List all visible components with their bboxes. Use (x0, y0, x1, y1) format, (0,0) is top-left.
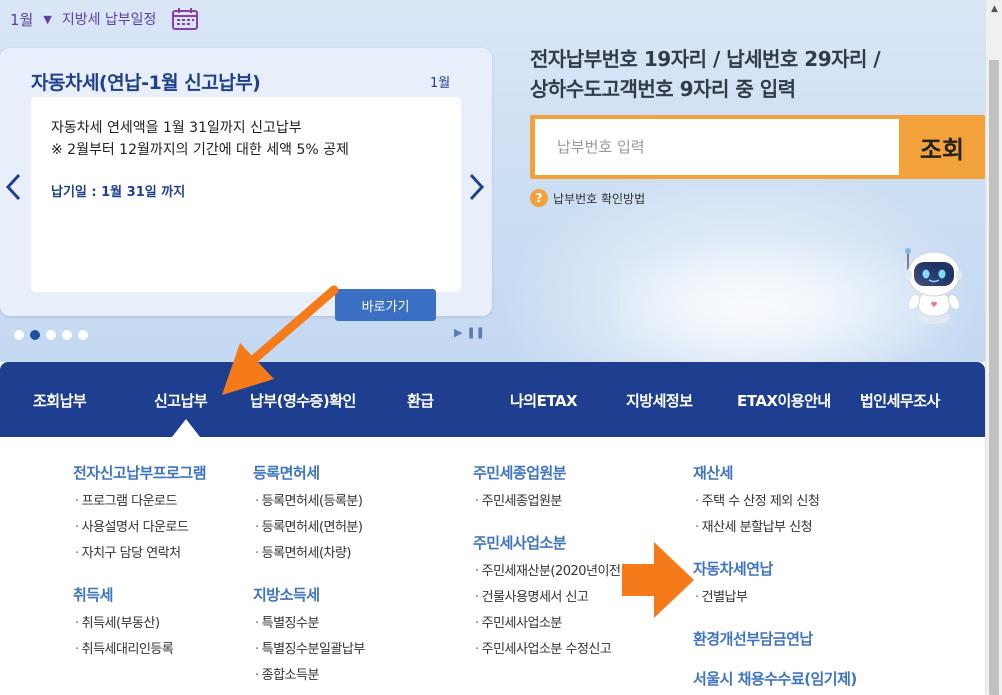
menu-item[interactable]: 재산세 분할납부 신청 (695, 516, 813, 535)
search-title: 전자납부번호 19자리 / 납세번호 29자리 / 상하수도고객번호 9자리 중… (530, 44, 881, 104)
search-box: 조회 (530, 115, 985, 179)
nav-item-refund[interactable]: 환급 (407, 390, 434, 411)
menu-item[interactable]: 프로그램 다운로드 (75, 490, 178, 509)
schedule-month[interactable]: 1월 (10, 9, 33, 30)
next-slide-icon[interactable] (468, 172, 486, 202)
chevron-down-icon[interactable]: ▼ (43, 13, 51, 26)
help-link[interactable]: ? 납부번호 확인방법 (530, 189, 645, 207)
scroll-up-icon[interactable]: ▲ (986, 0, 1002, 17)
search-button[interactable]: 조회 (902, 119, 982, 175)
page-scrollbar[interactable]: ▲ (985, 0, 1002, 695)
menu-title-acquisition-tax[interactable]: 취득세 (73, 584, 113, 605)
play-icon[interactable]: ▶ (454, 326, 462, 339)
question-icon: ? (530, 189, 548, 207)
slide-controls: ▶ ❚❚ (454, 326, 485, 339)
menu-item[interactable]: 등록면허세(차량) (255, 542, 352, 561)
pause-icon[interactable]: ❚❚ (466, 326, 484, 339)
main-navigation: 조회납부 신고납부 납부(영수증)확인 환급 나의ETAX 지방세정보 ETAX… (0, 362, 985, 437)
calendar-icon[interactable] (172, 8, 199, 30)
chatbot-robot-icon[interactable] (898, 246, 970, 326)
menu-item[interactable]: 주택 수 산정 제외 신청 (695, 490, 820, 509)
menu-title-local-income-tax[interactable]: 지방소득세 (253, 584, 320, 605)
menu-item[interactable]: 취득세(부동산) (75, 612, 160, 631)
menu-title-resident-business-tax[interactable]: 주민세사업소분 (473, 532, 567, 553)
nav-item-corporate-audit[interactable]: 법인세무조사 (860, 390, 940, 411)
schedule-label[interactable]: 지방세 납부일정 (62, 9, 157, 29)
hero-banner: 1월 ▼ 지방세 납부일정 자동차세(연납-1월 신고납부) 1월 자동차세 연… (0, 0, 985, 362)
menu-item[interactable]: 주민세사업소분 수정신고 (475, 638, 612, 657)
menu-item[interactable]: 종합소득분 (255, 664, 320, 683)
card-content: 자동차세 연세액을 1월 31일까지 신고납부 ※ 2월부터 12월까지의 기간… (31, 97, 461, 321)
menu-item[interactable]: 특별징수분일괄납부 (255, 638, 366, 657)
payment-number-input[interactable] (535, 119, 899, 175)
previous-slide-icon[interactable] (4, 172, 22, 202)
nav-item-report-pay[interactable]: 신고납부 (154, 390, 208, 411)
help-label[interactable]: 납부번호 확인방법 (553, 190, 645, 207)
menu-title-registration-tax[interactable]: 등록면허세 (253, 462, 320, 483)
slide-dot[interactable] (14, 330, 24, 340)
menu-item[interactable]: 등록면허세(면허분) (255, 516, 363, 535)
nav-item-local-tax-info[interactable]: 지방세정보 (626, 390, 693, 411)
menu-title-e-report-program[interactable]: 전자신고납부프로그램 (73, 462, 207, 483)
menu-title-property-tax[interactable]: 재산세 (693, 462, 733, 483)
card-month: 1월 (430, 76, 451, 91)
menu-item[interactable]: 취득세대리인등록 (75, 638, 174, 657)
slide-dot[interactable] (62, 330, 72, 340)
menu-title-recruitment-fee[interactable]: 서울시 채용수수료(임기제) (693, 668, 857, 689)
due-date: 납기일 : 1월 31일 까지 (51, 185, 186, 200)
dropdown-menu: 전자신고납부프로그램 프로그램 다운로드 사용설명서 다운로드 자치구 담당 연… (0, 437, 985, 695)
nav-item-my-etax[interactable]: 나의ETAX (510, 390, 578, 411)
slide-dot-active[interactable] (30, 330, 40, 340)
active-tab-caret (172, 419, 200, 437)
payment-schedule-selector[interactable]: 1월 ▼ 지방세 납부일정 (10, 8, 199, 30)
card-description-2: ※ 2월부터 12월까지의 기간에 대한 세액 5% 공제 (51, 142, 349, 158)
menu-item[interactable]: 주민세종업원분 (475, 490, 563, 509)
slide-dot[interactable] (78, 330, 88, 340)
nav-item-lookup-pay[interactable]: 조회납부 (33, 390, 87, 411)
card-description-1: 자동차세 연세액을 1월 31일까지 신고납부 (51, 120, 302, 136)
scroll-thumb[interactable] (989, 60, 999, 695)
menu-item[interactable]: 사용설명서 다운로드 (75, 516, 189, 535)
search-title-line2: 상하수도고객번호 9자리 중 입력 (530, 77, 796, 101)
slide-indicator (14, 330, 88, 340)
card-title: 자동차세(연납-1월 신고납부) (31, 72, 261, 94)
menu-item[interactable]: 등록면허세(등록분) (255, 490, 363, 509)
menu-item[interactable]: 자치구 담당 연락처 (75, 542, 181, 561)
menu-item[interactable]: 주민세사업소분 (475, 612, 563, 631)
go-button[interactable]: 바로가기 (335, 289, 436, 321)
slide-dot[interactable] (46, 330, 56, 340)
menu-item[interactable]: 건별납부 (695, 586, 748, 605)
menu-title-resident-employee-tax[interactable]: 주민세종업원분 (473, 462, 567, 483)
menu-item[interactable]: 특별징수분 (255, 612, 320, 631)
menu-title-car-tax-annual[interactable]: 자동차세연납 (693, 558, 773, 579)
menu-item[interactable]: 건물사용명세서 신고 (475, 586, 589, 605)
nav-item-receipt-check[interactable]: 납부(영수증)확인 (250, 390, 356, 411)
menu-title-environment-charge[interactable]: 환경개선부담금연납 (693, 628, 813, 649)
menu-item[interactable]: 주민세재산분(2020년이전 (475, 560, 621, 579)
schedule-card: 자동차세(연납-1월 신고납부) 1월 자동차세 연세액을 1월 31일까지 신… (0, 48, 492, 321)
nav-item-etax-guide[interactable]: ETAX이용안내 (737, 390, 831, 411)
search-title-line1: 전자납부번호 19자리 / 납세번호 29자리 / (530, 47, 881, 71)
